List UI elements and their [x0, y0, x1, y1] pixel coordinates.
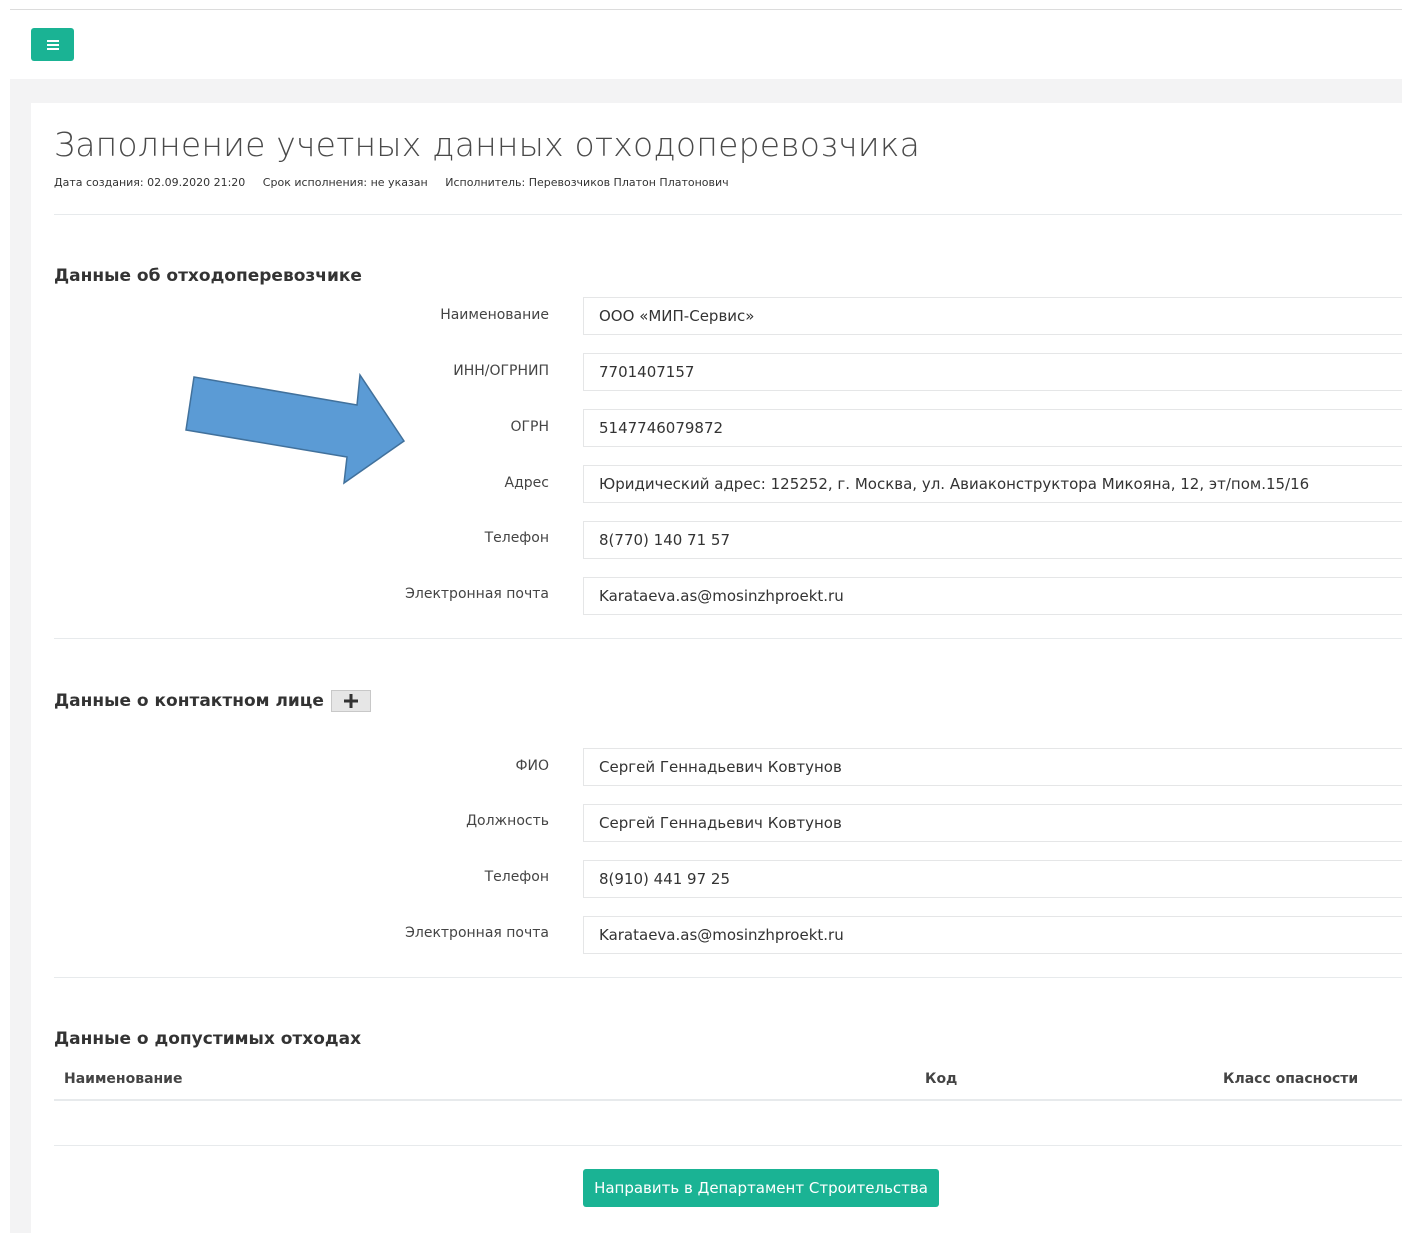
column-header-name[interactable]: Наименование	[64, 1071, 183, 1087]
contact-phone-input[interactable]	[583, 860, 1402, 898]
carrier-address-input[interactable]	[583, 465, 1402, 503]
contact-position-label: Должность	[466, 813, 549, 829]
carrier-name-input[interactable]	[583, 297, 1402, 335]
carrier-inn-input[interactable]	[583, 353, 1402, 391]
divider	[54, 1145, 1402, 1146]
carrier-phone-input[interactable]	[583, 521, 1402, 559]
carrier-ogrn-input[interactable]	[583, 409, 1402, 447]
contact-fio-label: ФИО	[515, 758, 549, 774]
contact-email-input[interactable]	[583, 916, 1402, 954]
carrier-name-label: Наименование	[440, 307, 549, 323]
carrier-email-input[interactable]	[583, 577, 1402, 615]
divider	[54, 638, 1402, 639]
submit-to-department-button[interactable]: Направить в Департамент Строительства	[583, 1169, 939, 1207]
menu-toggle-button[interactable]	[31, 28, 74, 61]
column-header-hazard-class[interactable]: Класс опасности	[1223, 1071, 1358, 1087]
carrier-address-label: Адрес	[504, 475, 549, 491]
table-header-divider	[54, 1099, 1402, 1101]
arrow-annotation-icon	[185, 372, 406, 485]
top-navbar	[0, 10, 1406, 79]
page-title: Заполнение учетных данных отходоперевозч…	[54, 125, 921, 164]
carrier-email-label: Электронная почта	[405, 586, 549, 602]
divider	[54, 977, 1402, 978]
waste-section-title: Данные о допустимых отходах	[54, 1029, 362, 1049]
contact-email-label: Электронная почта	[405, 925, 549, 941]
hamburger-icon	[46, 39, 59, 50]
contact-section-label: Данные о контактном лице	[54, 691, 324, 711]
plus-icon	[343, 694, 358, 708]
carrier-ogrn-label: ОГРН	[510, 419, 549, 435]
add-contact-button[interactable]	[330, 690, 371, 712]
contact-fio-input[interactable]	[583, 748, 1402, 786]
contact-phone-label: Телефон	[484, 869, 549, 885]
carrier-phone-label: Телефон	[484, 530, 549, 546]
deadline: Срок исполнения: не указан	[262, 176, 428, 189]
page-meta: Дата создания: 02.09.2020 21:20 Срок исп…	[54, 176, 743, 189]
created-date: Дата создания: 02.09.2020 21:20	[54, 176, 246, 189]
carrier-section-title: Данные об отходоперевозчике	[54, 266, 362, 286]
contact-position-input[interactable]	[583, 804, 1402, 842]
column-header-code[interactable]: Код	[925, 1071, 957, 1087]
carrier-inn-label: ИНН/ОГРНИП	[453, 363, 549, 379]
contact-section-title: Данные о контактном лице	[54, 690, 371, 712]
divider	[54, 214, 1402, 215]
executor: Исполнитель: Перевозчиков Платон Платоно…	[445, 176, 729, 189]
